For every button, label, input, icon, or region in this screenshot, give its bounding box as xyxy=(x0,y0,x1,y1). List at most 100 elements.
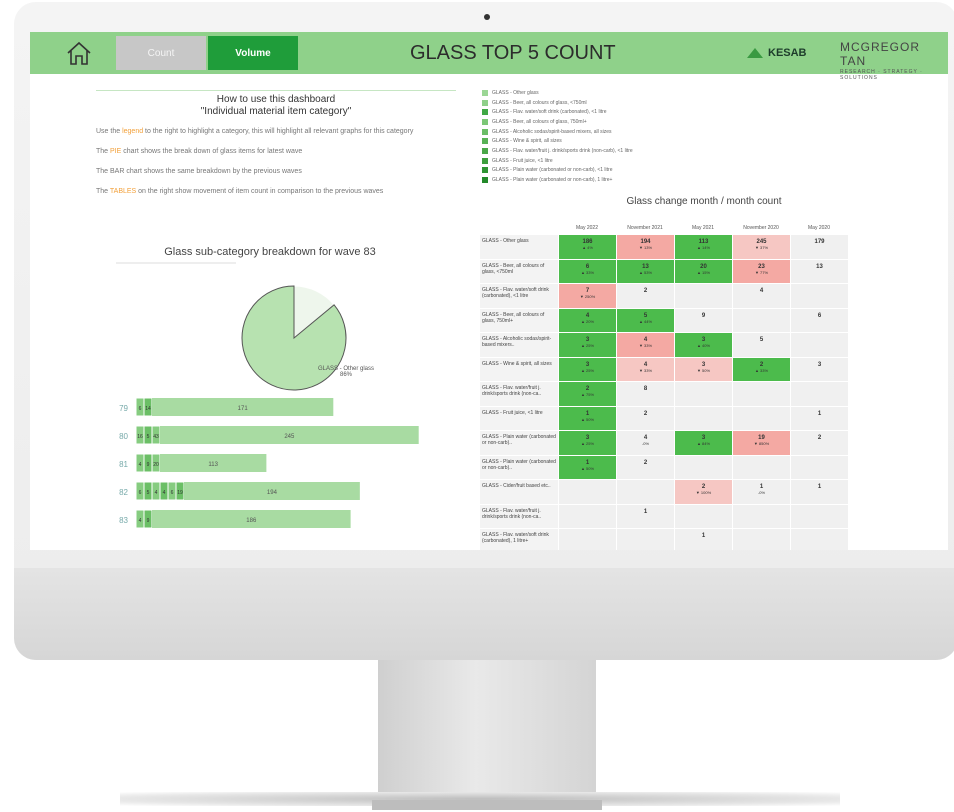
heatmap-cell[interactable]: 1 ▲ 50% xyxy=(558,455,616,479)
heatmap-cell[interactable]: 2 xyxy=(790,431,848,455)
heatmap-cell[interactable] xyxy=(732,308,790,332)
heatmap-cell[interactable]: 2 xyxy=(616,406,674,430)
heatmap-cell[interactable]: 1 xyxy=(790,480,848,504)
heatmap-cell[interactable] xyxy=(674,406,732,430)
heatmap-cell[interactable] xyxy=(732,382,790,406)
heatmap-cell[interactable] xyxy=(674,504,732,528)
heatmap-cell[interactable]: 6 xyxy=(790,308,848,332)
heatmap-row: GLASS - Plain water (carbonated or non-c… xyxy=(480,430,928,455)
heatmap-cell[interactable]: 9 xyxy=(674,308,732,332)
tables-link[interactable]: TABLES xyxy=(110,188,136,195)
bar-segment-label: 4 xyxy=(155,490,158,496)
heatmap-cell[interactable] xyxy=(732,455,790,479)
pie-link[interactable]: PIE xyxy=(110,148,121,155)
heatmap-cell[interactable]: 4 -0% xyxy=(616,431,674,455)
heatmap-cell[interactable]: 1 -0% xyxy=(732,480,790,504)
home-icon[interactable] xyxy=(66,40,92,66)
heatmap-cell[interactable] xyxy=(558,504,616,528)
heatmap-cell[interactable]: 5 xyxy=(732,333,790,357)
heatmap-cell[interactable]: 2 ▼ 100% xyxy=(674,480,732,504)
heatmap-cell[interactable]: 1 xyxy=(790,406,848,430)
legend-item[interactable]: GLASS - Plain water (carbonated or non-c… xyxy=(482,175,633,185)
heatmap-row-label: GLASS - Alcoholic sodas/spirit-based mix… xyxy=(480,333,558,357)
heatmap-row-label: GLASS - Plain water (carbonated or non-c… xyxy=(480,431,558,455)
heatmap-cell[interactable]: 8 xyxy=(616,382,674,406)
heatmap-cell[interactable]: 113 ▲ 14% xyxy=(674,235,732,259)
heatmap-cell[interactable]: 2 ▲ 75% xyxy=(558,382,616,406)
heatmap-cell[interactable]: 3 ▲ 25% xyxy=(558,357,616,381)
heatmap-cell[interactable] xyxy=(732,529,790,550)
heatmap-cell[interactable] xyxy=(616,480,674,504)
heatmap-cell[interactable]: 20 ▲ 15% xyxy=(674,259,732,283)
heatmap-cell[interactable] xyxy=(616,529,674,550)
webcam-dot xyxy=(484,14,490,20)
heatmap-cell[interactable]: 13 xyxy=(790,259,848,283)
instruction-pie: The PIE chart shows the break down of gl… xyxy=(96,148,302,155)
heatmap-cell[interactable]: 3 ▲ 25% xyxy=(558,333,616,357)
heatmap-cell[interactable] xyxy=(674,382,732,406)
legend-item[interactable]: GLASS - Beer, all colours of glass, <750… xyxy=(482,98,633,108)
legend-item[interactable]: GLASS - Wine & spirit, all sizes xyxy=(482,136,633,146)
heatmap-cell[interactable] xyxy=(674,455,732,479)
heatmap-cell-value: 1 xyxy=(817,410,822,417)
instruction-text: on the right show movement of item count… xyxy=(136,188,384,195)
heatmap-cell[interactable]: 3 xyxy=(790,357,848,381)
heatmap-cell[interactable]: 1 xyxy=(674,529,732,550)
heatmap-cell-change: ▲ 50% xyxy=(580,416,595,422)
heatmap-cell[interactable]: 13 ▲ 53% xyxy=(616,259,674,283)
heatmap-cell[interactable] xyxy=(790,529,848,550)
heatmap-cell[interactable] xyxy=(558,529,616,550)
heatmap-cell[interactable]: 5 ▲ 44% xyxy=(616,308,674,332)
wave-bar-chart[interactable]: 79 6 14 17180 16 5 43 24581 4 9 20 11382 6 5 4 4 6 19 1948… xyxy=(110,396,450,546)
legend-label: GLASS - Fruit juice, <1 litre xyxy=(492,157,553,164)
heatmap-cell[interactable]: 1 ▲ 50% xyxy=(558,406,616,430)
heatmap-column-header: May 2021 xyxy=(692,225,714,231)
heatmap-cell[interactable]: 7 ▼ 250% xyxy=(558,284,616,308)
heatmap-cell[interactable] xyxy=(790,455,848,479)
heatmap-cell[interactable] xyxy=(732,504,790,528)
heatmap-cell[interactable]: 4 ▲ 20% xyxy=(558,308,616,332)
heatmap-cell[interactable] xyxy=(558,480,616,504)
heatmap-cell[interactable]: 4 ▼ 33% xyxy=(616,333,674,357)
heatmap-cell[interactable]: 3 ▲ 84% xyxy=(674,431,732,455)
legend-item[interactable]: GLASS - Flav. water/fruit j. drink/sport… xyxy=(482,146,633,156)
legend-item[interactable]: GLASS - Flav. water/soft drink (carbonat… xyxy=(482,107,633,117)
heatmap-cell[interactable] xyxy=(790,333,848,357)
legend-item[interactable]: GLASS - Fruit juice, <1 litre xyxy=(482,156,633,166)
heatmap-cell[interactable] xyxy=(790,504,848,528)
volume-button[interactable]: Volume xyxy=(208,36,298,70)
heatmap-cell[interactable]: 19 ▼ 850% xyxy=(732,431,790,455)
pie-filter-bar xyxy=(116,262,236,264)
legend-item[interactable]: GLASS - Alcoholic sodas/spirit-based mix… xyxy=(482,127,633,137)
heatmap-cell[interactable]: 3 ▼ 50% xyxy=(674,357,732,381)
heatmap-title: Glass change month / month count xyxy=(626,196,782,207)
heatmap-cell[interactable]: 194 ▼ 13% xyxy=(616,235,674,259)
legend-label: GLASS - Beer, all colours of glass, <750… xyxy=(492,99,587,106)
heatmap-cell[interactable]: 4 ▼ 33% xyxy=(616,357,674,381)
heatmap-cell[interactable]: 1 xyxy=(616,504,674,528)
heatmap-cell-value: 13 xyxy=(816,263,823,270)
heatmap-cell[interactable] xyxy=(790,284,848,308)
count-button[interactable]: Count xyxy=(116,36,206,70)
heatmap-cell[interactable]: 3 ▲ 40% xyxy=(674,333,732,357)
legend-item[interactable]: GLASS - Beer, all colours of glass, 750m… xyxy=(482,117,633,127)
pie-chart[interactable] xyxy=(234,278,354,398)
heatmap-cell[interactable]: 4 xyxy=(732,284,790,308)
heatmap-cell[interactable]: 3 ▲ 25% xyxy=(558,431,616,455)
heatmap-cell[interactable] xyxy=(674,284,732,308)
heatmap-cell[interactable]: 179 xyxy=(790,235,848,259)
heatmap-cell[interactable] xyxy=(732,406,790,430)
heatmap-cell[interactable]: 2 ▲ 33% xyxy=(732,357,790,381)
heatmap-cell[interactable]: 186 ▲ 4% xyxy=(558,235,616,259)
legend-link[interactable]: legend xyxy=(122,128,143,135)
heatmap-cell[interactable]: 6 ▲ 33% xyxy=(558,259,616,283)
heatmap-cell[interactable]: 23 ▼ 77% xyxy=(732,259,790,283)
heatmap-row: GLASS - Fruit juice, <1 litre 1 ▲ 50% 2 1 xyxy=(480,405,928,430)
heatmap-cell[interactable] xyxy=(790,382,848,406)
heatmap-cell[interactable]: 2 xyxy=(616,284,674,308)
heatmap-cell-value: 2 xyxy=(643,288,648,294)
heatmap-cell[interactable]: 245 ▼ 37% xyxy=(732,235,790,259)
heatmap-cell[interactable]: 2 xyxy=(616,455,674,479)
legend-item[interactable]: GLASS - Plain water (carbonated or non-c… xyxy=(482,166,633,176)
legend-item[interactable]: GLASS - Other glass xyxy=(482,88,633,98)
